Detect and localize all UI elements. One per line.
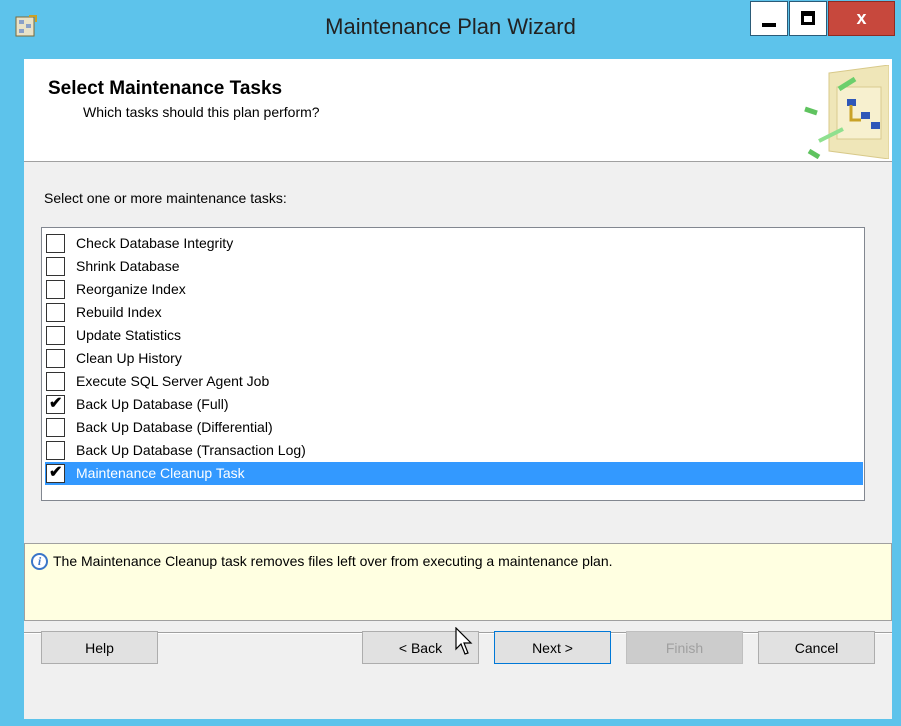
task-label: Check Database Integrity bbox=[76, 235, 234, 251]
page-subtitle: Which tasks should this plan perform? bbox=[83, 104, 320, 120]
task-item-backup-transaction-log[interactable]: Back Up Database (Transaction Log) bbox=[46, 439, 864, 462]
task-item-check-database-integrity[interactable]: Check Database Integrity bbox=[46, 232, 864, 255]
mouse-cursor-icon bbox=[455, 627, 473, 655]
task-checkbox-checked[interactable]: ✔ bbox=[46, 395, 65, 414]
task-label: Back Up Database (Differential) bbox=[76, 419, 273, 435]
task-item-backup-differential[interactable]: Back Up Database (Differential) bbox=[46, 416, 864, 439]
task-label: Rebuild Index bbox=[76, 304, 162, 320]
task-list-prompt: Select one or more maintenance tasks: bbox=[44, 190, 287, 206]
maximize-button[interactable] bbox=[789, 1, 827, 36]
task-item-shrink-database[interactable]: Shrink Database bbox=[46, 255, 864, 278]
task-item-execute-agent-job[interactable]: Execute SQL Server Agent Job bbox=[46, 370, 864, 393]
task-checkbox[interactable] bbox=[46, 418, 65, 437]
close-button[interactable]: x bbox=[828, 1, 895, 36]
checkmark-icon: ✔ bbox=[49, 464, 63, 481]
task-checkbox[interactable] bbox=[46, 326, 65, 345]
task-label: Back Up Database (Transaction Log) bbox=[76, 442, 306, 458]
task-checkbox[interactable] bbox=[46, 372, 65, 391]
task-description-panel: i The Maintenance Cleanup task removes f… bbox=[24, 543, 892, 621]
task-checkbox[interactable] bbox=[46, 257, 65, 276]
wizard-banner-icon bbox=[804, 65, 889, 159]
task-label: Execute SQL Server Agent Job bbox=[76, 373, 270, 389]
wizard-body: Select Maintenance Tasks Which tasks sho… bbox=[24, 59, 892, 719]
wizard-window: Maintenance Plan Wizard x Select Mainten… bbox=[0, 0, 901, 726]
task-item-reorganize-index[interactable]: Reorganize Index bbox=[46, 278, 864, 301]
task-description-text: The Maintenance Cleanup task removes fil… bbox=[53, 553, 613, 569]
task-item-backup-full[interactable]: ✔ Back Up Database (Full) bbox=[46, 393, 864, 416]
task-label: Maintenance Cleanup Task bbox=[76, 465, 245, 481]
task-label: Shrink Database bbox=[76, 258, 180, 274]
info-icon: i bbox=[31, 553, 48, 570]
task-item-maintenance-cleanup[interactable]: ✔ Maintenance Cleanup Task bbox=[45, 462, 863, 485]
finish-button: Finish bbox=[626, 631, 743, 664]
task-item-rebuild-index[interactable]: Rebuild Index bbox=[46, 301, 864, 324]
task-label: Clean Up History bbox=[76, 350, 182, 366]
minimize-icon bbox=[762, 23, 776, 27]
cancel-button[interactable]: Cancel bbox=[758, 631, 875, 664]
help-button[interactable]: Help bbox=[41, 631, 158, 664]
wizard-header: Select Maintenance Tasks Which tasks sho… bbox=[24, 59, 892, 162]
task-checkbox[interactable] bbox=[46, 441, 65, 460]
page-title: Select Maintenance Tasks bbox=[48, 78, 283, 99]
maximize-icon bbox=[801, 11, 815, 25]
close-icon: x bbox=[856, 8, 867, 28]
task-checkbox[interactable] bbox=[46, 349, 65, 368]
task-checklist[interactable]: Check Database Integrity Shrink Database… bbox=[41, 227, 865, 501]
title-bar[interactable]: Maintenance Plan Wizard x bbox=[0, 0, 901, 58]
task-item-clean-up-history[interactable]: Clean Up History bbox=[46, 347, 864, 370]
task-label: Reorganize Index bbox=[76, 281, 186, 297]
task-checkbox[interactable] bbox=[46, 234, 65, 253]
task-checkbox[interactable] bbox=[46, 303, 65, 322]
task-checkbox[interactable] bbox=[46, 280, 65, 299]
task-checkbox-checked[interactable]: ✔ bbox=[46, 464, 65, 483]
minimize-button[interactable] bbox=[750, 1, 788, 36]
task-label: Update Statistics bbox=[76, 327, 182, 343]
checkmark-icon: ✔ bbox=[49, 395, 63, 412]
task-item-update-statistics[interactable]: Update Statistics bbox=[46, 324, 864, 347]
next-button[interactable]: Next > bbox=[494, 631, 611, 664]
task-label: Back Up Database (Full) bbox=[76, 396, 229, 412]
